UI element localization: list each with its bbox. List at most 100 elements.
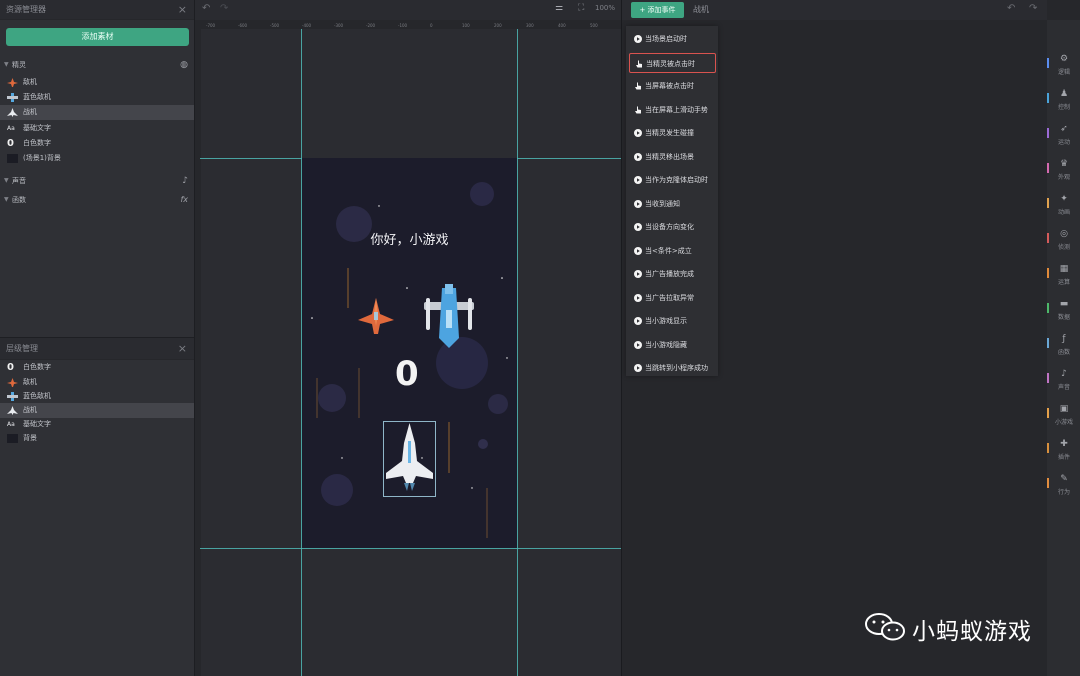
sprite-item[interactable]: 敌机	[0, 75, 194, 90]
motion-icon: ➶	[1060, 124, 1068, 134]
category-data[interactable]: ▬ 数据	[1047, 291, 1080, 326]
layer-item[interactable]: 0 白色数字	[0, 360, 194, 375]
category-sensing[interactable]: ◎ 侦测	[1047, 221, 1080, 256]
category-color-bar	[1047, 338, 1049, 348]
sprite-item-selected[interactable]: 战机	[0, 105, 194, 120]
data-icon: ▬	[1059, 299, 1069, 309]
event-menu-item-label: 当跳转到小程序成功	[645, 364, 708, 372]
layer-item[interactable]: 蓝色敌机	[0, 389, 194, 404]
function-icon: ƒ	[1062, 334, 1066, 344]
behavior-icon: ✎	[1060, 474, 1068, 484]
operator-icon: ▦	[1059, 264, 1069, 274]
undo-icon[interactable]: ↶	[202, 3, 210, 14]
event-menu-item[interactable]: 当<条件>成立	[629, 241, 716, 261]
category-plugin[interactable]: ✚ 插件	[1047, 431, 1080, 466]
event-menu-item[interactable]: 当广告拉取异常	[629, 288, 716, 308]
enemy-plane-icon	[7, 378, 18, 387]
asset-manager-panel: 资源管理器 × 添加素材 ▼ 精灵 ◍ 敌机 蓝色敌机 战机 Aa 基础文字 0…	[0, 0, 195, 676]
category-label: 运动	[1057, 139, 1070, 146]
current-sprite-name: 战机	[693, 5, 709, 14]
event-menu-item[interactable]: 当在屏幕上滑动手势	[629, 100, 716, 120]
category-control[interactable]: ♟ 控制	[1047, 81, 1080, 116]
microphone-icon[interactable]: ♪	[182, 174, 188, 188]
layer-item[interactable]: 背景	[0, 431, 194, 446]
category-sound[interactable]: ♪ 声音	[1047, 361, 1080, 396]
sound-section-header[interactable]: ▼ 声音 ♪	[0, 174, 194, 188]
event-menu-item[interactable]: 当屏幕被点击时	[629, 76, 716, 96]
add-event-button[interactable]: + 添加事件	[631, 2, 684, 18]
blue-enemy-plane-sprite[interactable]	[421, 284, 477, 350]
redo-icon[interactable]: ↷	[220, 3, 228, 14]
event-menu-item[interactable]: 当精灵被点击时	[629, 52, 716, 73]
orange-enemy-plane-sprite[interactable]	[357, 296, 395, 336]
redo-icon[interactable]: ↷	[1029, 3, 1037, 14]
event-menu-item-label: 当作为克隆体启动时	[645, 176, 708, 184]
scene-canvas[interactable]: ↶ ↷ ⚌ ⛶ 100% -700 -600 -500 -400 -300 -200 -10…	[195, 0, 621, 676]
event-menu-item[interactable]: 当精灵移出场景	[629, 147, 716, 167]
hand-icon	[635, 82, 641, 90]
event-menu-item[interactable]: 当场景启动时	[629, 29, 716, 49]
category-function[interactable]: ƒ 函数	[1047, 326, 1080, 361]
category-logic[interactable]: ⚙ 逻辑	[1047, 46, 1080, 81]
event-menu-item[interactable]: 当收到通知	[629, 194, 716, 214]
function-section-label: 函数	[12, 196, 26, 204]
event-toolbar: + 添加事件 战机 ↶ ↷	[622, 0, 1047, 20]
sprite-item[interactable]: Aa 基础文字	[0, 121, 194, 136]
event-menu-item[interactable]: 当作为克隆体启动时	[629, 170, 716, 190]
category-operator[interactable]: ▦ 运算	[1047, 256, 1080, 291]
horizontal-ruler: -700 -600 -500 -400 -300 -200 -100 0 100 200 300 40…	[200, 20, 621, 29]
sprite-item[interactable]: (场景1)背景	[0, 151, 194, 166]
category-looks[interactable]: ♛ 外观	[1047, 151, 1080, 186]
event-menu-item[interactable]: 当小游戏隐藏	[629, 335, 716, 355]
close-icon[interactable]: ×	[178, 338, 187, 360]
event-menu-item-label: 当小游戏隐藏	[645, 340, 687, 349]
undo-icon[interactable]: ↶	[1007, 3, 1015, 14]
guide-line-right	[517, 29, 518, 676]
category-label: 侦测	[1057, 244, 1070, 251]
fighter-plane-icon	[7, 406, 18, 415]
category-minigame[interactable]: ▣ 小游戏	[1047, 396, 1080, 431]
white-digit-icon: 0	[7, 138, 14, 149]
category-animation[interactable]: ✦ 动画	[1047, 186, 1080, 221]
event-menu-item[interactable]: 当跳转到小程序成功	[629, 358, 716, 378]
category-color-bar	[1047, 198, 1049, 208]
category-behavior[interactable]: ✎ 行为	[1047, 466, 1080, 501]
sprite-item[interactable]: 蓝色敌机	[0, 90, 194, 105]
zoom-level[interactable]: 100%	[595, 4, 615, 12]
event-menu-item[interactable]: 当设备方向变化	[629, 217, 716, 237]
blue-enemy-plane-icon	[7, 93, 18, 102]
fit-screen-icon[interactable]: ⛶	[578, 3, 584, 13]
collapse-triangle-icon: ▼	[4, 196, 9, 203]
control-icon: ♟	[1059, 89, 1069, 99]
adjust-sliders-icon[interactable]: ⚌	[555, 3, 563, 13]
function-icon[interactable]: fx	[180, 193, 188, 207]
game-stage[interactable]: 你好，小游戏 0	[302, 158, 517, 548]
layer-item-selected[interactable]: 战机	[0, 403, 194, 418]
selection-box[interactable]	[383, 421, 436, 497]
collapse-triangle-icon: ▼	[4, 177, 9, 184]
category-color-bar	[1047, 268, 1049, 278]
ruler-label: -600	[238, 23, 248, 28]
wechat-logo-icon	[865, 613, 905, 641]
category-motion[interactable]: ➶ 运动	[1047, 116, 1080, 151]
asset-manager-header: 资源管理器 ×	[0, 0, 194, 20]
layer-item[interactable]: Aa 基础文字	[0, 417, 194, 432]
category-color-bar	[1047, 408, 1049, 418]
sprite-item[interactable]: 0 白色数字	[0, 136, 194, 151]
watermark-text: 小蚂蚁游戏	[912, 619, 1032, 645]
event-menu-item[interactable]: 当小游戏显示	[629, 311, 716, 331]
ruler-label: 100	[462, 23, 470, 28]
white-digit-icon: 0	[7, 362, 14, 373]
event-menu-item[interactable]: 当精灵发生碰撞	[629, 123, 716, 143]
layer-manager-panel: 层级管理 × 0 白色数字 敌机 蓝色敌机 战机 Aa 基础文字 背景	[0, 337, 194, 676]
add-asset-button[interactable]: 添加素材	[6, 28, 189, 46]
layer-item[interactable]: 敌机	[0, 375, 194, 390]
event-menu-item-label: 当广告播放完成	[645, 270, 694, 278]
close-icon[interactable]: ×	[178, 0, 187, 20]
sensing-icon: ◎	[1060, 229, 1068, 239]
score-digit: 0	[395, 354, 419, 394]
palette-icon[interactable]: ◍	[180, 58, 188, 72]
function-section-header[interactable]: ▼ 函数 fx	[0, 193, 194, 207]
event-menu-item[interactable]: 当广告播放完成	[629, 264, 716, 284]
sprites-section-header[interactable]: ▼ 精灵 ◍	[0, 58, 194, 72]
